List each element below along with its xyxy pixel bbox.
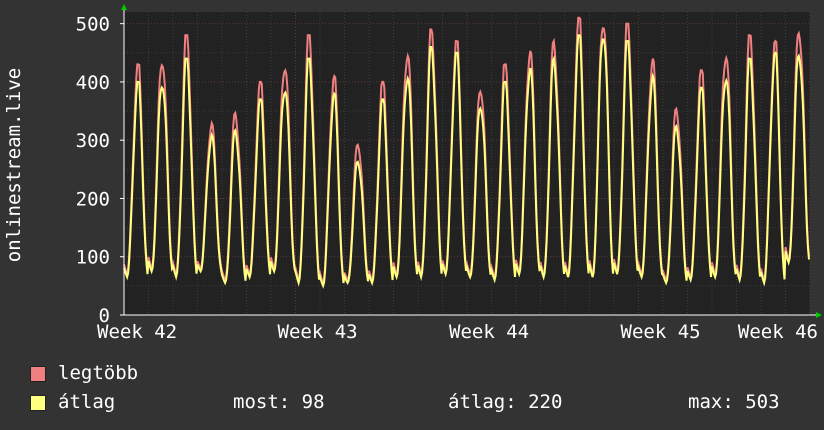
- stat-most: most: 98: [233, 391, 325, 413]
- x-tick-label: Week 46: [738, 321, 818, 343]
- y-tick-label: 400: [76, 72, 110, 94]
- y-axis-label: onlinestream.live: [3, 68, 25, 262]
- x-tick-labels: Week 42 Week 43 Week 44 Week 45 Week 46: [97, 321, 818, 343]
- stat-max: max: 503: [688, 391, 780, 413]
- legend: legtöbb átlag most: 98 átlag: 220 max: 5…: [30, 362, 810, 420]
- legend-row-avg: átlag most: 98 átlag: 220 max: 503: [30, 391, 810, 420]
- y-tick-labels: 0100200300400500: [76, 14, 124, 327]
- y-tick-label: 300: [76, 130, 110, 152]
- x-tick-label: Week 45: [621, 321, 701, 343]
- y-tick-label: 500: [76, 14, 110, 36]
- stat-atlag: átlag: 220: [448, 391, 563, 413]
- x-axis-arrow: [816, 312, 822, 318]
- y-tick-label: 200: [76, 188, 110, 210]
- x-tick-label: Week 42: [97, 321, 177, 343]
- y-tick-label: 100: [76, 247, 110, 269]
- legend-label-max: legtöbb: [58, 362, 139, 384]
- legend-row-max: legtöbb: [30, 362, 810, 391]
- legend-swatch-avg: [30, 395, 46, 411]
- y-axis-arrow: [121, 4, 127, 10]
- legend-swatch-max: [30, 366, 46, 382]
- legend-label-avg: átlag: [58, 391, 116, 413]
- x-tick-label: Week 43: [278, 321, 358, 343]
- x-tick-label: Week 44: [449, 321, 529, 343]
